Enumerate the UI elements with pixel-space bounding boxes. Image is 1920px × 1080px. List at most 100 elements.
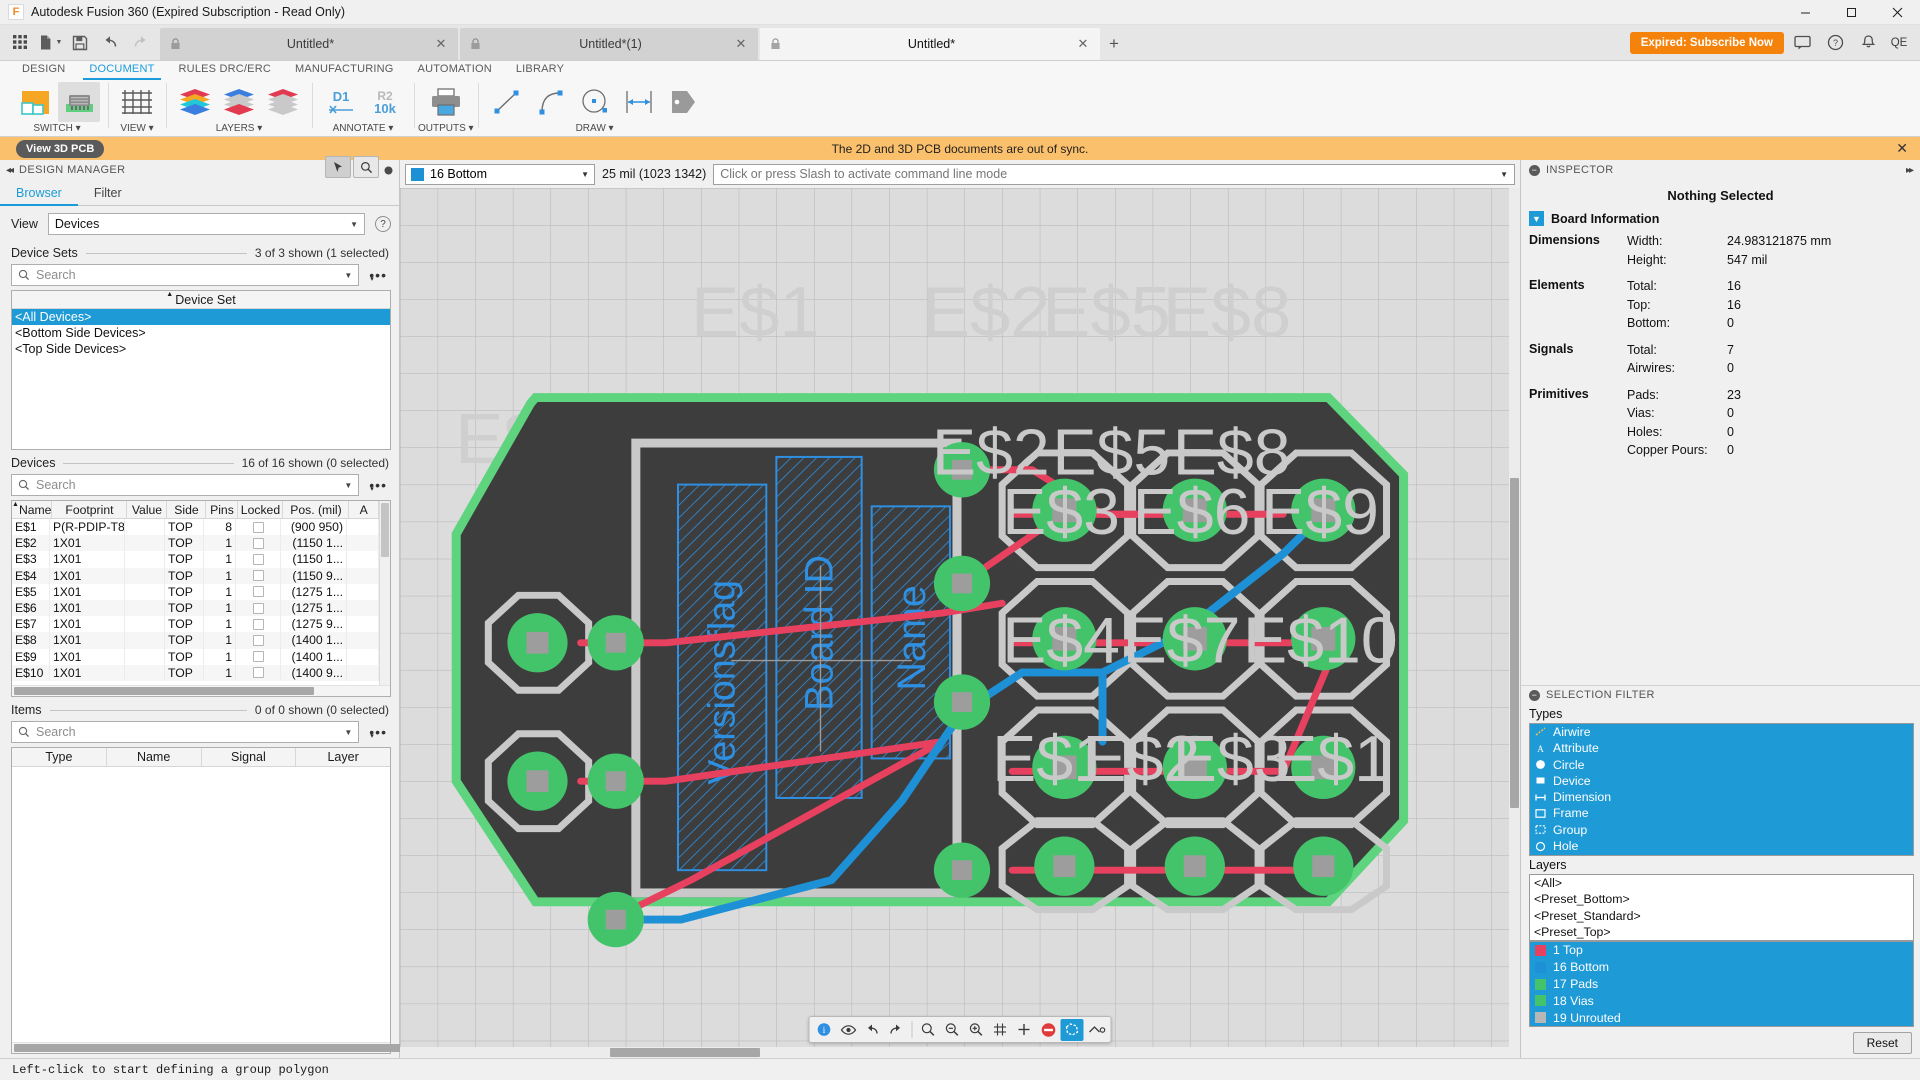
list-item[interactable]: 17 Pads <box>1530 976 1913 993</box>
col-pins[interactable]: Pins <box>206 501 238 518</box>
cell-locked[interactable] <box>236 519 281 535</box>
subscribe-button[interactable]: Expired: Subscribe Now <box>1630 32 1784 54</box>
help-circle-icon[interactable]: ? <box>1820 28 1850 58</box>
col-pos[interactable]: Pos. (mil) <box>283 501 349 518</box>
device-sets-search-input[interactable]: Search ▼ <box>11 264 359 286</box>
measure-icon[interactable] <box>1085 1019 1108 1041</box>
table-row[interactable]: E$1 P(R-PDIP-T8) TOP 8 (900 950) <box>12 519 379 535</box>
collapse-selection-filter-icon[interactable]: − <box>1529 690 1540 701</box>
list-item[interactable]: 1 Top <box>1530 942 1913 959</box>
panel-pin-icon[interactable] <box>384 166 393 175</box>
line-icon[interactable] <box>486 82 528 122</box>
device-set-column-header[interactable]: ▲ Device Set <box>12 291 390 309</box>
pcb-switch-icon[interactable] <box>58 82 100 122</box>
reset-button[interactable]: Reset <box>1853 1032 1912 1054</box>
list-item[interactable]: Circle <box>1530 756 1913 772</box>
ribbon-tab-automation[interactable]: AUTOMATION <box>406 62 504 79</box>
devices-vertical-scrollbar[interactable] <box>379 501 390 685</box>
cell-locked[interactable] <box>236 551 281 567</box>
document-tab-1[interactable]: Untitled* ✕ <box>160 28 458 60</box>
table-row[interactable]: E$4 1X01 TOP 1 (1150 9... <box>12 568 379 584</box>
schematic-switch-icon[interactable] <box>14 82 56 122</box>
undo-icon[interactable] <box>96 29 124 57</box>
list-item[interactable]: Device <box>1530 773 1913 789</box>
info-icon[interactable]: i <box>813 1019 836 1041</box>
maximize-button[interactable] <box>1828 0 1874 25</box>
col-signal[interactable]: Signal <box>202 748 297 766</box>
list-item[interactable]: Dimension <box>1530 789 1913 805</box>
table-row[interactable]: E$5 1X01 TOP 1 (1275 1... <box>12 584 379 600</box>
list-item[interactable]: <All Devices> <box>12 309 390 325</box>
layer-stack-red-icon[interactable] <box>262 82 304 122</box>
dimension-d1-icon[interactable]: D1 <box>320 82 362 122</box>
command-line-input[interactable]: Click or press Slash to activate command… <box>713 164 1515 185</box>
devices-search-input[interactable]: Search ▼ <box>11 474 359 496</box>
close-button[interactable] <box>1874 0 1920 25</box>
list-item[interactable]: Group <box>1530 822 1913 838</box>
new-tab-button[interactable]: + <box>1102 28 1126 60</box>
ribbon-tab-design[interactable]: DESIGN <box>10 62 77 79</box>
pcb-canvas[interactable]: E$1 E$2 E$5 E$8 E$10 E$3 E$6 E$9 E$4 E$7… <box>400 188 1520 1058</box>
items-horizontal-scrollbar[interactable] <box>12 1042 390 1053</box>
chevron-down-icon[interactable]: ▼ <box>344 271 352 280</box>
warning-close-icon[interactable]: ✕ <box>1896 140 1908 157</box>
new-document-icon[interactable]: ▼ <box>36 29 64 57</box>
document-tab-1-close[interactable]: ✕ <box>434 36 448 52</box>
layer-preset-list[interactable]: <All> <Preset_Bottom> <Preset_Standard> … <box>1529 874 1914 941</box>
collapse-panel-icon[interactable]: ◂◂ <box>6 165 12 176</box>
list-item[interactable]: 16 Bottom <box>1530 959 1913 976</box>
user-avatar-icon[interactable]: QE <box>1886 32 1912 54</box>
table-row[interactable]: E$10 1X01 TOP 1 (1400 9... <box>12 665 379 681</box>
locked-checkbox[interactable] <box>253 538 264 549</box>
col-value[interactable]: Value <box>127 501 167 518</box>
cell-locked[interactable] <box>236 632 281 648</box>
cell-locked[interactable] <box>236 600 281 616</box>
value-r2-10k-icon[interactable]: R2 10k <box>364 82 406 122</box>
zoom-in-icon[interactable] <box>965 1019 988 1041</box>
list-item[interactable]: 19 Unrouted <box>1530 1009 1913 1026</box>
document-tab-3[interactable]: Untitled* ✕ <box>760 28 1100 60</box>
printer-icon[interactable] <box>425 82 467 122</box>
table-row[interactable]: E$7 1X01 TOP 1 (1275 9... <box>12 616 379 632</box>
col-layer[interactable]: Layer <box>296 748 390 766</box>
active-layer-dropdown[interactable]: 16 Bottom ▼ <box>405 164 595 185</box>
layer-list[interactable]: 1 Top 16 Bottom 17 Pads 18 Vias 19 Unrou… <box>1529 941 1914 1027</box>
view-dropdown[interactable]: Devices ▼ <box>48 213 365 235</box>
list-item[interactable]: <Preset_Bottom> <box>1530 891 1913 907</box>
arc-icon[interactable] <box>530 82 572 122</box>
list-item[interactable]: Airwire <box>1530 724 1913 740</box>
list-item[interactable]: <Preset_Standard> <box>1530 907 1913 923</box>
locked-checkbox[interactable] <box>253 651 264 662</box>
dimension-arrow-icon[interactable] <box>618 82 660 122</box>
crosshair-icon[interactable] <box>1013 1019 1036 1041</box>
tab-browser[interactable]: Browser <box>0 180 78 205</box>
chevron-down-icon[interactable]: ▼ <box>344 728 352 737</box>
collapse-inspector-icon[interactable]: − <box>1529 165 1540 176</box>
grid-view-icon[interactable] <box>116 82 158 122</box>
ribbon-group-layers-label[interactable]: LAYERS ▾ <box>216 123 263 136</box>
col-name[interactable]: ▲ Name <box>12 501 52 518</box>
redo-icon[interactable] <box>126 29 154 57</box>
devices-horizontal-scrollbar[interactable] <box>12 685 390 696</box>
pointer-select-icon[interactable] <box>325 156 351 178</box>
ribbon-group-outputs-label[interactable]: OUTPUTS ▾ <box>418 123 474 136</box>
locked-checkbox[interactable] <box>253 554 264 565</box>
locked-checkbox[interactable] <box>253 667 264 678</box>
cell-locked[interactable] <box>236 649 281 665</box>
list-item[interactable]: <Bottom Side Devices> <box>12 325 390 341</box>
ribbon-group-view-label[interactable]: VIEW ▾ <box>120 123 153 136</box>
layer-stack-blue-icon[interactable] <box>218 82 260 122</box>
col-side[interactable]: Side <box>167 501 206 518</box>
zoom-fit-icon[interactable] <box>917 1019 940 1041</box>
notification-bell-icon[interactable] <box>1853 28 1883 58</box>
undo-icon[interactable] <box>861 1019 884 1041</box>
ribbon-group-draw-label[interactable]: DRAW ▾ <box>576 123 614 136</box>
document-tab-2-close[interactable]: ✕ <box>734 36 748 52</box>
document-tab-3-close[interactable]: ✕ <box>1076 36 1090 52</box>
device-sets-options-button[interactable]: ••• <box>365 267 391 283</box>
save-icon[interactable] <box>66 29 94 57</box>
app-grid-icon[interactable] <box>6 29 34 57</box>
redo-icon[interactable] <box>885 1019 908 1041</box>
polygon-group-icon[interactable] <box>1061 1019 1084 1041</box>
col-name[interactable]: Name <box>107 748 202 766</box>
